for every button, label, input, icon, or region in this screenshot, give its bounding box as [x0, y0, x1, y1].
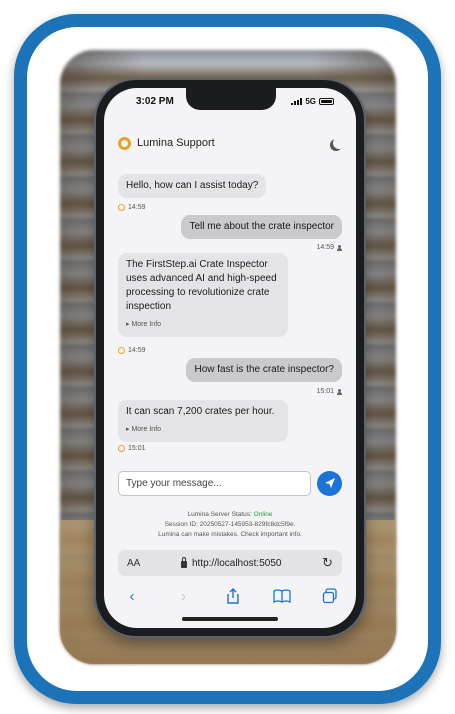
send-icon [324, 478, 335, 488]
user-message: How fast is the crate inspector? [186, 358, 342, 382]
battery-icon [319, 98, 334, 105]
footer-info: Lumina Server Status: Online Session ID:… [104, 510, 356, 540]
message-text: Hello, how can I assist today? [126, 180, 259, 191]
message-text: Tell me about the crate inspector [189, 221, 334, 232]
lumina-logo-icon [118, 136, 131, 150]
message-time: 15:01 [128, 445, 146, 452]
network-label: 5G [305, 97, 316, 106]
status-indicators: 5G [291, 97, 334, 106]
composer [118, 470, 342, 496]
server-status-value: Online [253, 511, 273, 518]
message-time: 14:59 [128, 347, 146, 354]
user-avatar-icon [337, 244, 342, 251]
share-icon[interactable] [225, 588, 241, 604]
status-time: 3:02 PM [136, 96, 174, 107]
reload-icon[interactable]: ↻ [322, 555, 333, 571]
message-text: The FirstStep.ai Crate Inspector uses ad… [126, 259, 277, 312]
message-meta: 14:59 [316, 244, 342, 251]
message-meta: 14:59 [118, 204, 146, 211]
url-text: http://localhost:5050 [191, 557, 282, 569]
bot-message: It can scan 7,200 crates per hour. ▸ Mor… [118, 400, 288, 442]
phone-screen: 3:02 PM 5G Lumina Support Hello, how can… [104, 88, 356, 628]
server-status-label: Lumina Server Status: [187, 511, 252, 518]
session-id: Session ID: 20250527-145953-829fc8dc5f9e… [164, 521, 296, 528]
home-indicator [182, 617, 278, 621]
url-field[interactable]: http://localhost:5050 [140, 557, 322, 569]
message-meta: 15:01 [118, 445, 146, 452]
app-title: Lumina Support [137, 137, 215, 149]
signal-icon [291, 98, 303, 105]
message-text: It can scan 7,200 crates per hour. [126, 406, 275, 417]
bot-avatar-icon [118, 445, 125, 452]
browser-address-bar[interactable]: AA http://localhost:5050 ↻ [118, 550, 342, 576]
app-header: Lumina Support [118, 133, 342, 153]
message-time: 14:59 [128, 204, 146, 211]
send-button[interactable] [317, 470, 342, 496]
disclaimer: Lumina can make mistakes. Check importan… [158, 531, 302, 538]
text-size-button[interactable]: AA [127, 558, 140, 569]
bot-avatar-icon [118, 347, 125, 354]
message-time: 14:59 [316, 244, 334, 251]
bot-message: Hello, how can I assist today? [118, 174, 267, 198]
message-time: 15:01 [316, 388, 334, 395]
user-avatar-icon [337, 388, 342, 395]
dark-mode-moon-icon[interactable] [333, 137, 345, 149]
more-info-toggle[interactable]: ▸ More Info [126, 318, 280, 332]
tabs-icon[interactable] [322, 588, 338, 604]
message-meta: 14:59 [118, 347, 146, 354]
bot-message: The FirstStep.ai Crate Inspector uses ad… [118, 253, 288, 337]
more-info-toggle[interactable]: ▸ More Info [126, 423, 280, 437]
lock-icon [180, 557, 187, 568]
phone-device: 3:02 PM 5G Lumina Support Hello, how can… [96, 80, 364, 636]
forward-icon[interactable]: › [174, 588, 194, 605]
bot-avatar-icon [118, 204, 125, 211]
message-text: How fast is the crate inspector? [194, 364, 334, 375]
browser-toolbar: ‹ › [118, 585, 342, 607]
message-meta: 15:01 [316, 388, 342, 395]
notch [186, 88, 276, 110]
message-input[interactable] [118, 470, 311, 496]
user-message: Tell me about the crate inspector [181, 215, 342, 239]
back-icon[interactable]: ‹ [122, 588, 142, 605]
server-status: Lumina Server Status: Online [104, 510, 356, 520]
bookmarks-icon[interactable] [272, 589, 291, 603]
